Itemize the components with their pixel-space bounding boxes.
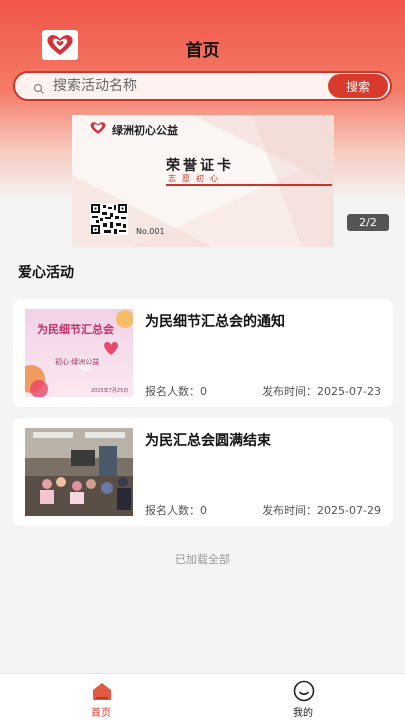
thumbnail-subtitle: 初心·绿洲公益 xyxy=(55,358,100,366)
qr-code-icon xyxy=(90,203,128,235)
banner-card-number: No.001 xyxy=(136,227,165,236)
smile-icon xyxy=(293,680,315,702)
home-icon xyxy=(93,683,111,700)
load-status: 已加载全部 xyxy=(175,553,230,566)
activity-publish-date: 发布时间：2025-07-29 xyxy=(262,504,381,517)
tab-home-label: 首页 xyxy=(91,708,111,719)
search-input[interactable] xyxy=(53,78,303,94)
activity-title: 为民汇总会圆满结束 xyxy=(145,433,271,449)
tab-mine-label: 我的 xyxy=(293,708,313,719)
banner-page-counter: 2/2 xyxy=(347,214,389,231)
activity-title: 为民细节汇总会的通知 xyxy=(145,314,285,330)
search-icon xyxy=(33,80,45,94)
section-title: 爱心活动 xyxy=(18,265,74,281)
activity-publish-date: 发布时间：2025-07-23 xyxy=(262,385,381,398)
activity-card[interactable]: 为民细节汇总会 初心·绿洲公益 2025年7月25日 为民细节汇总会的通知 报名… xyxy=(13,299,393,407)
activity-thumbnail: 为民细节汇总会 初心·绿洲公益 2025年7月25日 xyxy=(25,309,133,397)
search-bar: 搜索 xyxy=(13,71,392,101)
banner-logo-icon xyxy=(90,122,106,134)
search-button[interactable]: 搜索 xyxy=(328,74,388,98)
banner-carousel[interactable]: 绿洲初心公益 荣誉证卡 志愿初心 No.001 xyxy=(72,115,334,247)
activity-signup-count: 报名人数：0 xyxy=(145,504,207,517)
activity-card[interactable]: 为民汇总会圆满结束 报名人数：0 发布时间：2025-07-29 xyxy=(13,418,393,526)
banner-divider xyxy=(166,184,332,186)
thumbnail-title: 为民细节汇总会 xyxy=(37,323,114,336)
bottom-tab-bar: 首页 我的 xyxy=(0,673,405,720)
activity-thumbnail xyxy=(25,428,133,516)
tab-home[interactable]: 首页 xyxy=(51,674,151,720)
banner-card-title: 荣誉证卡 xyxy=(166,158,234,174)
banner-card-subtitle: 志愿初心 xyxy=(168,174,224,183)
tab-mine[interactable]: 我的 xyxy=(253,674,353,720)
thumbnail-date: 2025年7月25日 xyxy=(91,388,129,394)
page-title: 首页 xyxy=(185,41,220,61)
activity-signup-count: 报名人数：0 xyxy=(145,385,207,398)
banner-org-name: 绿洲初心公益 xyxy=(112,124,178,137)
